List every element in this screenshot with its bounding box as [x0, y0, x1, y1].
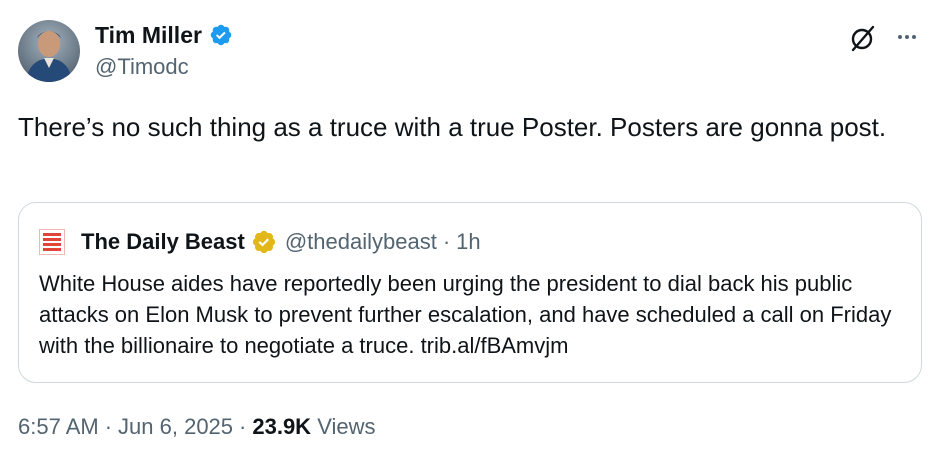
views-label: Views — [317, 414, 376, 439]
quoted-author-handle[interactable]: @thedailybeast — [285, 229, 437, 255]
more-icon[interactable] — [892, 22, 922, 52]
views-count: 23.9K — [252, 414, 312, 439]
quoted-tweet-text: White House aides have reportedly been u… — [39, 271, 892, 358]
verified-badge-icon — [210, 24, 232, 46]
avatar-image — [26, 31, 72, 82]
author-name-text: Tim Miller — [95, 22, 202, 48]
tweet-meta: 6:57 AM · Jun 6, 2025 · 23.9K Views — [18, 412, 376, 442]
author-name[interactable]: Tim Miller — [95, 20, 233, 50]
tweet-time[interactable]: 6:57 AM — [18, 414, 99, 439]
separator-dot: · — [442, 229, 451, 254]
daily-beast-logo-icon[interactable] — [39, 229, 65, 255]
author-handle[interactable]: @Timodc — [95, 53, 189, 81]
grok-icon[interactable] — [846, 22, 878, 54]
tweet-text: There’s no such thing as a truce with a … — [18, 112, 887, 142]
quoted-tweet-header: The Daily Beast @thedailybeast · 1h — [39, 227, 481, 257]
quoted-timestamp[interactable]: 1h — [456, 229, 480, 255]
separator-dot: · — [239, 414, 247, 439]
verified-org-badge-icon — [252, 230, 275, 254]
separator-dot: · — [104, 414, 113, 439]
avatar[interactable] — [18, 20, 80, 82]
quoted-tweet[interactable]: The Daily Beast @thedailybeast · 1h Whit… — [18, 202, 922, 383]
quoted-author-name[interactable]: The Daily Beast — [81, 229, 245, 255]
tweet-date[interactable]: Jun 6, 2025 — [118, 414, 233, 439]
